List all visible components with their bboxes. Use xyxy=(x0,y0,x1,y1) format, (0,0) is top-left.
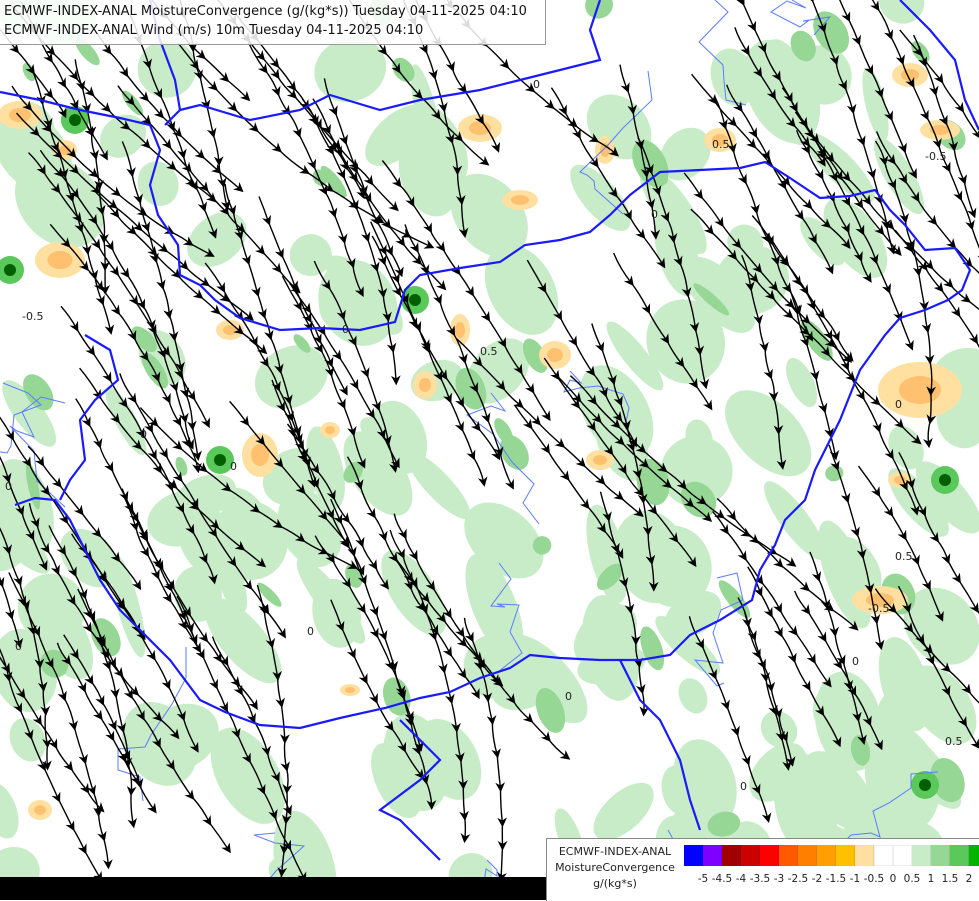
legend-swatch xyxy=(817,845,836,866)
contour-label: 0 xyxy=(533,78,540,91)
strong-convergence-core xyxy=(69,114,81,126)
divergence-core xyxy=(455,322,465,338)
legend-tick-label: -4.5 xyxy=(712,873,733,885)
contour-label: 0 xyxy=(651,208,658,221)
legend-swatch xyxy=(950,845,969,866)
divergence-core xyxy=(419,378,431,392)
legend-swatch xyxy=(779,845,798,866)
divergence-core xyxy=(593,455,607,465)
legend-swatch xyxy=(969,845,979,866)
strong-convergence-core xyxy=(919,779,931,791)
strong-convergence-core xyxy=(214,454,226,466)
divergence-core xyxy=(511,195,529,205)
legend-tick-label: 2 xyxy=(966,873,973,885)
legend-tick-label: -1 xyxy=(850,873,860,885)
divergence-core xyxy=(325,426,335,434)
legend-swatch xyxy=(760,845,779,866)
divergence-core xyxy=(899,376,941,404)
legend-tick-label: 0 xyxy=(890,873,897,885)
contour-label: 0.5 xyxy=(945,735,963,748)
legend-tick-label: -2.5 xyxy=(788,873,809,885)
divergence-core xyxy=(469,121,491,135)
strong-convergence-core xyxy=(939,474,951,486)
contour-label: 0 xyxy=(230,460,237,473)
legend-swatch xyxy=(855,845,874,866)
legend-variable: MoistureConvergence xyxy=(549,861,681,874)
contour-label: 0 xyxy=(852,655,859,668)
legend-tick-label: -0.5 xyxy=(864,873,885,885)
divergence-core xyxy=(345,687,355,693)
divergence-core xyxy=(9,108,31,122)
legend-swatch xyxy=(912,845,931,866)
legend-swatches xyxy=(684,845,979,866)
contour-label: 0 xyxy=(307,625,314,638)
strong-convergence-core xyxy=(409,294,421,306)
contour-label: 0 xyxy=(740,780,747,793)
legend-tick-label: -2 xyxy=(812,873,822,885)
divergence-core xyxy=(34,805,46,815)
legend-tick-label: -5 xyxy=(698,873,708,885)
legend-swatch xyxy=(893,845,912,866)
contour-label: 0 xyxy=(15,640,22,653)
weather-map[interactable]: 0 0 0 0 -0.5 0 0 0 0 0 -0.5 0.5 0.5 0 0 … xyxy=(0,0,979,900)
legend-ticks: -5 -4.5-4 -3.5-3 -2.5-2 -1.5-1 -0.5 0 0.5 1 1.5 2 xyxy=(684,873,979,889)
legend-tick-label: -3 xyxy=(774,873,784,885)
legend-swatch xyxy=(798,845,817,866)
legend-swatch xyxy=(722,845,741,866)
legend-units: g/(kg*s) xyxy=(549,877,681,890)
legend-swatch xyxy=(836,845,855,866)
legend-swatch xyxy=(703,845,722,866)
contour-label: -0.5 xyxy=(22,310,43,323)
legend-swatch xyxy=(874,845,893,866)
map-title-box: ECMWF-INDEX-ANAL MoistureConvergence (g/… xyxy=(0,0,546,45)
color-legend: ECMWF-INDEX-ANAL MoistureConvergence g/(… xyxy=(546,838,979,901)
legend-swatch xyxy=(741,845,760,866)
legend-swatch xyxy=(684,845,703,866)
legend-tick-label: -3.5 xyxy=(750,873,771,885)
legend-tick-label: -4 xyxy=(736,873,746,885)
contour-label: 0.5 xyxy=(480,345,498,358)
divergence-core xyxy=(547,348,563,362)
contour-label: 0 xyxy=(342,323,349,336)
divergence-core xyxy=(48,251,73,269)
contour-label: 0.5 xyxy=(895,550,913,563)
contour-label: 0 xyxy=(895,398,902,411)
contour-label: -0.5 xyxy=(925,150,946,163)
contour-label: 0 xyxy=(5,480,12,493)
title-wind: ECMWF-INDEX-ANAL Wind (m/s) 10m Tuesday … xyxy=(4,23,423,38)
legend-tick-label: 0.5 xyxy=(904,873,921,885)
contour-label: 0 xyxy=(565,690,572,703)
legend-tick-label: -1.5 xyxy=(826,873,847,885)
legend-tick-label: 1.5 xyxy=(942,873,959,885)
contour-label: 0.5 xyxy=(712,138,730,151)
contour-label: -0.5 xyxy=(868,602,889,615)
legend-source: ECMWF-INDEX-ANAL xyxy=(549,845,681,858)
legend-swatch xyxy=(931,845,950,866)
contour-label: 0 xyxy=(140,428,147,441)
strong-convergence-core xyxy=(4,264,16,276)
legend-tick-label: 1 xyxy=(928,873,935,885)
title-moisture-convergence: ECMWF-INDEX-ANAL MoistureConvergence (g/… xyxy=(4,4,527,19)
